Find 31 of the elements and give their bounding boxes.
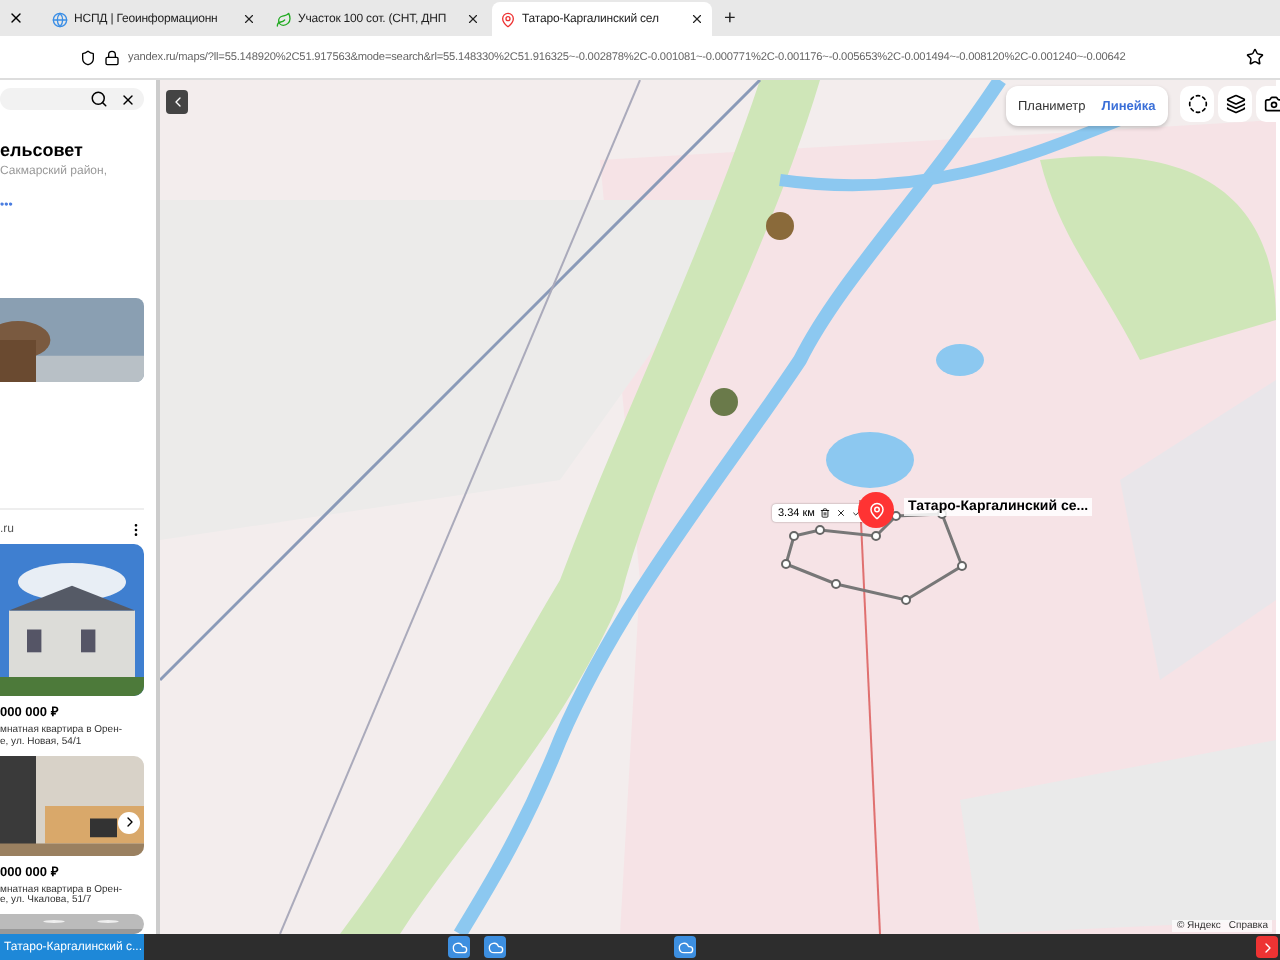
- dashed-circle-icon: [1187, 94, 1207, 114]
- lock-icon[interactable]: [104, 49, 120, 65]
- layers-icon: [1225, 94, 1245, 114]
- trash-icon[interactable]: [820, 508, 831, 518]
- camera-icon: [1263, 94, 1280, 114]
- search-icon[interactable]: [90, 90, 108, 108]
- leaf-icon: [276, 11, 292, 27]
- cloud-icon[interactable]: [674, 936, 696, 958]
- camera-button[interactable]: [1256, 86, 1280, 122]
- new-tab-button[interactable]: +: [716, 2, 748, 36]
- shield-icon[interactable]: [80, 49, 96, 65]
- cloud-icon[interactable]: [484, 936, 506, 958]
- close-icon[interactable]: [8, 10, 24, 26]
- place-title: ельсовет: [0, 140, 85, 160]
- cloud-icon[interactable]: [448, 936, 470, 958]
- close-icon[interactable]: [242, 12, 256, 26]
- close-icon[interactable]: [120, 91, 136, 107]
- collapse-panel-button[interactable]: [166, 90, 188, 114]
- close-icon[interactable]: [466, 12, 480, 26]
- cloud-drawing: [487, 939, 503, 955]
- close-icon[interactable]: [690, 12, 704, 26]
- cloud-drawing: [451, 939, 467, 955]
- ruler-line[interactable]: [781, 509, 967, 605]
- check-icon[interactable]: [852, 508, 863, 518]
- map-pin-icon: [867, 501, 885, 519]
- map-pin-icon: [500, 11, 516, 27]
- bookmark-star-icon[interactable]: [1246, 48, 1264, 66]
- globe-icon: [52, 11, 68, 27]
- search-field[interactable]: [0, 88, 144, 110]
- app-icon[interactable]: [1256, 936, 1278, 958]
- cloud-drawing: [677, 939, 693, 955]
